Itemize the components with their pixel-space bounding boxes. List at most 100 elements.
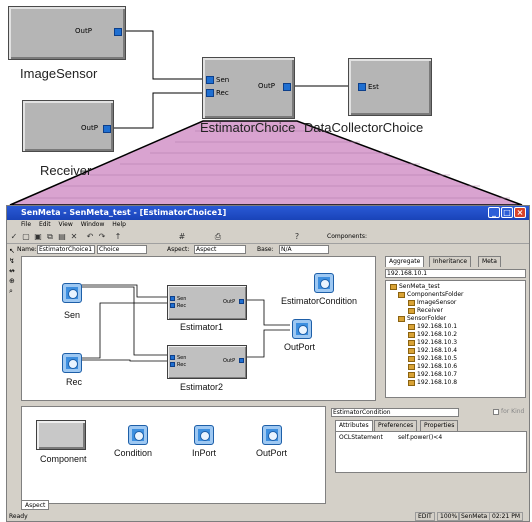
estimator-choice-rec-port[interactable] — [206, 89, 214, 97]
name-bar: Name: EstimatorChoice1 Choice Aspect: As… — [17, 245, 377, 255]
tree-item-image-sensor[interactable]: ImageSensor — [408, 299, 456, 307]
tab-properties[interactable]: Properties — [420, 420, 459, 431]
outport-node-icon[interactable] — [292, 319, 312, 339]
receiver-port[interactable] — [103, 125, 111, 133]
status-bar: Ready EDIT 100% SenMeta 02:21 PM — [7, 512, 529, 522]
tab-aggregate[interactable]: Aggregate — [385, 256, 425, 267]
wire-imagesensor-sen — [124, 30, 206, 80]
model-icon — [408, 307, 415, 314]
tree-item-root[interactable]: SenMeta_test — [390, 283, 440, 291]
components-label: Components: — [327, 233, 367, 240]
tree-item-ip-3[interactable]: 192.168.10.3 — [408, 339, 457, 347]
tree-item-receiver[interactable]: Receiver — [408, 307, 443, 315]
base-field: N/A — [279, 245, 329, 254]
aspect-select[interactable]: Aspect — [194, 245, 246, 254]
estimator1-box[interactable]: Sen Rec OutP — [167, 285, 247, 320]
menu-bar: File Edit View Window Help — [7, 220, 529, 230]
receiver-port-label: OutP — [81, 124, 98, 132]
tree-item-sensor-folder[interactable]: SensorFolder — [398, 315, 446, 323]
maximize-button[interactable]: □ — [501, 207, 513, 218]
image-sensor-box[interactable]: OutP — [8, 6, 126, 60]
undo-icon[interactable]: ↶ — [85, 232, 95, 242]
close-button[interactable]: × — [514, 207, 526, 218]
model-icon — [408, 299, 415, 306]
estimator-choice-out-port[interactable] — [283, 83, 291, 91]
data-collector-est-port[interactable] — [358, 83, 366, 91]
part-condition-label: Condition — [114, 448, 153, 458]
ip-select[interactable]: 192.168.10.1 — [385, 269, 526, 278]
paste-icon[interactable]: ▤ — [57, 232, 67, 242]
tab-preferences[interactable]: Preferences — [374, 420, 418, 431]
menu-view[interactable]: View — [59, 221, 73, 228]
tree-item-components-folder[interactable]: ComponentsFolder — [398, 291, 464, 299]
window-title: SenMeta - SenMeta_test - [EstimatorChoic… — [21, 208, 227, 217]
attribute-key: OCLStatement — [339, 434, 383, 441]
set-tool-icon[interactable]: ⊕ — [9, 276, 19, 286]
tree-item-ip-4[interactable]: 192.168.10.4 — [408, 347, 457, 355]
estimator2-sen-port[interactable] — [170, 355, 175, 360]
estimator1-sen-label: Sen — [177, 296, 187, 302]
part-inport-icon[interactable] — [194, 425, 214, 445]
name-input[interactable]: EstimatorChoice1 — [37, 245, 95, 254]
tab-attributes[interactable]: Attributes — [335, 420, 373, 431]
tree-item-ip-2[interactable]: 192.168.10.2 — [408, 331, 457, 339]
menu-window[interactable]: Window — [81, 221, 105, 228]
project-tree[interactable]: SenMeta_test ComponentsFolder ImageSenso… — [385, 280, 526, 398]
tree-item-ip-5[interactable]: 192.168.10.5 — [408, 355, 457, 363]
zoom-tool-icon[interactable]: ⌕ — [9, 286, 19, 296]
tree-item-ip-8[interactable]: 192.168.10.8 — [408, 379, 457, 387]
sen-node-icon[interactable] — [62, 283, 82, 303]
tree-item-ip-7[interactable]: 192.168.10.7 — [408, 371, 457, 379]
menu-help[interactable]: Help — [112, 221, 126, 228]
tab-inheritance[interactable]: Inheritance — [429, 256, 472, 267]
estimator2-box[interactable]: Sen Rec OutP — [167, 345, 247, 379]
menu-edit[interactable]: Edit — [39, 221, 51, 228]
arrow-icon[interactable]: ↑ — [113, 232, 123, 242]
tree-item-ip-1[interactable]: 192.168.10.1 — [408, 323, 457, 331]
part-outport-label: OutPort — [256, 448, 288, 458]
tab-meta[interactable]: Meta — [478, 256, 501, 267]
project-icon — [390, 283, 397, 290]
minimize-button[interactable]: _ — [488, 207, 500, 218]
disconnect-tool-icon[interactable]: ↮ — [9, 266, 19, 276]
receiver-box[interactable]: OutP — [22, 100, 114, 152]
attribute-value[interactable]: self.power()<4 — [398, 434, 442, 441]
connect-tool-icon[interactable]: ↯ — [9, 256, 19, 266]
delete-icon[interactable]: ✕ — [69, 232, 79, 242]
estimator1-out-port[interactable] — [239, 299, 244, 304]
tab-aspect[interactable]: Aspect — [21, 500, 50, 510]
outport-node-label: OutPort — [284, 342, 316, 352]
aspect-label: Aspect: — [167, 246, 190, 253]
menu-file[interactable]: File — [21, 221, 31, 228]
estimator2-out-port[interactable] — [239, 358, 244, 363]
model-icon — [408, 347, 415, 354]
new-icon[interactable]: ▢ — [21, 232, 31, 242]
grid-icon[interactable]: # — [177, 232, 187, 242]
estimator-choice-box[interactable]: Sen Rec OutP — [202, 57, 295, 119]
tree-item-ip-6[interactable]: 192.168.10.6 — [408, 363, 457, 371]
estimator1-sen-port[interactable] — [170, 296, 175, 301]
for-kind-checkbox[interactable] — [493, 409, 499, 415]
wire-receiver-rec — [112, 92, 206, 129]
rec-node-icon[interactable] — [62, 353, 82, 373]
data-collector-est-label: Est — [368, 83, 379, 91]
part-condition-icon[interactable] — [128, 425, 148, 445]
image-sensor-port[interactable] — [114, 28, 122, 36]
part-outport-icon[interactable] — [262, 425, 282, 445]
check-icon[interactable]: ✓ — [9, 232, 19, 242]
copy-icon[interactable]: ⧉ — [45, 232, 55, 242]
estimator2-rec-port[interactable] — [170, 362, 175, 367]
save-icon[interactable]: ▣ — [33, 232, 43, 242]
attribute-name-field[interactable]: EstimatorCondition — [331, 408, 459, 417]
help-icon[interactable]: ? — [292, 232, 302, 242]
model-canvas[interactable]: Sen Rec EstimatorCondition OutPort Sen R… — [21, 256, 376, 401]
name-label: Name: — [17, 246, 37, 253]
part-component-icon[interactable] — [36, 420, 86, 450]
estimator-condition-icon[interactable] — [314, 273, 334, 293]
select-tool-icon[interactable]: ↖ — [9, 246, 19, 256]
estimator1-rec-port[interactable] — [170, 303, 175, 308]
estimator-choice-sen-port[interactable] — [206, 76, 214, 84]
data-collector-box[interactable]: Est — [348, 58, 432, 116]
print-icon[interactable]: ⎙ — [213, 232, 223, 242]
redo-icon[interactable]: ↷ — [97, 232, 107, 242]
